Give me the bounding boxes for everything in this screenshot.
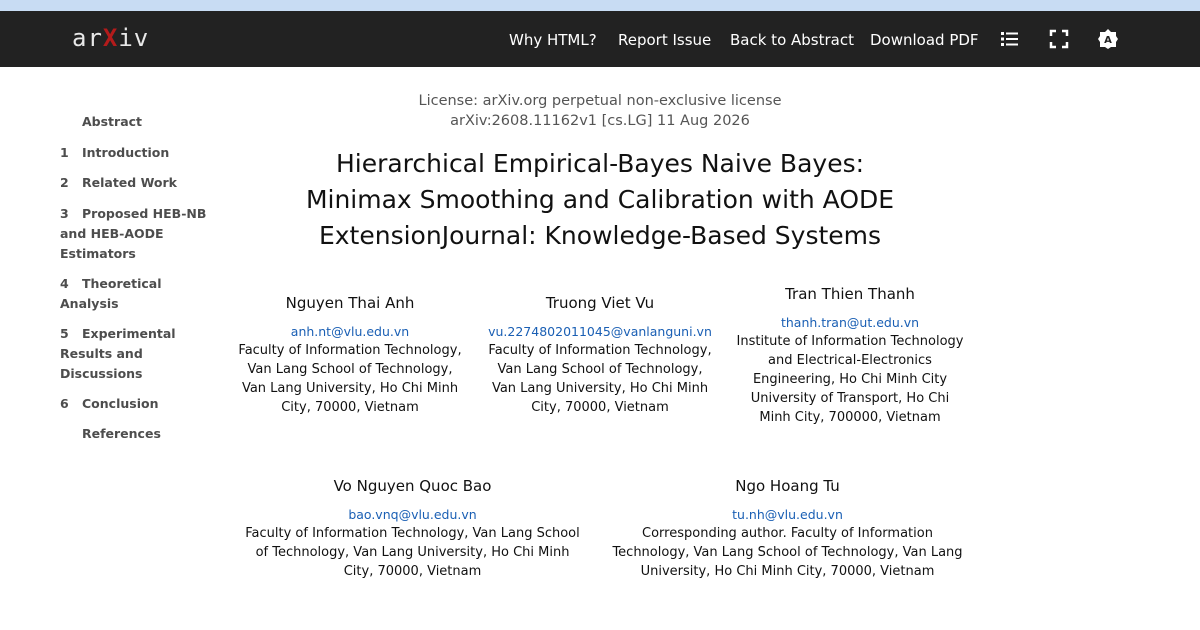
- download-pdf-link[interactable]: Download PDF: [870, 31, 979, 49]
- toc-item-conclusion[interactable]: 6 Conclusion: [60, 394, 210, 414]
- paper-title: Hierarchical Empirical-Bayes Naive Bayes…: [200, 146, 1000, 254]
- author-email[interactable]: thanh.tran@ut.edu.vn: [735, 313, 965, 332]
- title-line-2: Minimax Smoothing and Calibration with A…: [305, 185, 895, 214]
- title-line-1: Hierarchical Empirical-Bayes Naive Bayes…: [335, 149, 865, 178]
- fullscreen-icon[interactable]: [1048, 28, 1070, 50]
- author-card: Tran Thien Thanh thanh.tran@ut.edu.vn In…: [735, 285, 965, 427]
- back-to-abstract-link[interactable]: Back to Abstract: [730, 31, 854, 49]
- why-html-link[interactable]: Why HTML?: [509, 31, 597, 49]
- author-name: Tran Thien Thanh: [785, 285, 915, 303]
- toc-item-proposed-estimators[interactable]: 3 Proposed HEB-NB and HEB-AODE Estimators: [60, 204, 210, 264]
- toc-item-references[interactable]: References: [60, 424, 210, 444]
- toc-item-experimental-results[interactable]: 5 Experimental Results and Discussions: [60, 324, 210, 384]
- arxiv-id: arXiv:2608.11162v1 [cs.LG] 11 Aug 2026: [450, 113, 750, 129]
- author-affiliation: Institute of Information Technology and …: [736, 334, 964, 425]
- license-block: License: arXiv.org perpetual non-exclusi…: [200, 91, 1000, 131]
- list-icon[interactable]: [999, 28, 1021, 50]
- toc-item-abstract[interactable]: Abstract: [60, 112, 210, 132]
- author-affiliation: Faculty of Information Technology, Van L…: [245, 526, 580, 579]
- author-affiliation: Faculty of Information Technology, Van L…: [238, 343, 462, 415]
- toc-item-theoretical-analysis[interactable]: 4 Theoretical Analysis: [60, 274, 210, 314]
- author-email[interactable]: vu.2274802011045@vanlanguni.vn: [485, 322, 715, 341]
- theme-toggle-icon[interactable]: A: [1097, 28, 1119, 50]
- svg-text:A: A: [1104, 35, 1112, 46]
- arxiv-logo[interactable]: arXiv: [72, 24, 149, 52]
- top-navbar: arXiv Why HTML? Report Issue Back to Abs…: [0, 11, 1200, 67]
- author-email[interactable]: bao.vnq@vlu.edu.vn: [240, 505, 585, 524]
- author-name: Nguyen Thai Anh: [285, 294, 415, 312]
- author-name: Truong Viet Vu: [545, 294, 655, 312]
- author-name: Ngo Hoang Tu: [735, 477, 840, 495]
- browser-banner-strip: [0, 0, 1200, 11]
- author-card: Vo Nguyen Quoc Bao bao.vnq@vlu.edu.vn Fa…: [240, 477, 585, 581]
- author-name: Vo Nguyen Quoc Bao: [333, 477, 492, 495]
- toc-item-introduction[interactable]: 1 Introduction: [60, 143, 210, 163]
- license-text: License: arXiv.org perpetual non-exclusi…: [418, 93, 782, 109]
- author-affiliation: Corresponding author. Faculty of Informa…: [612, 526, 963, 579]
- toc-item-related-work[interactable]: 2 Related Work: [60, 173, 210, 193]
- author-card: Truong Viet Vu vu.2274802011045@vanlangu…: [485, 294, 715, 417]
- report-issue-link[interactable]: Report Issue: [618, 31, 711, 49]
- author-email[interactable]: anh.nt@vlu.edu.vn: [235, 322, 465, 341]
- author-email[interactable]: tu.nh@vlu.edu.vn: [610, 505, 965, 524]
- author-card: Nguyen Thai Anh anh.nt@vlu.edu.vn Facult…: [235, 294, 465, 417]
- title-line-3: ExtensionJournal: Knowledge-Based System…: [318, 221, 882, 250]
- author-affiliation: Faculty of Information Technology, Van L…: [488, 343, 712, 415]
- author-card: Ngo Hoang Tu tu.nh@vlu.edu.vn Correspond…: [610, 477, 965, 581]
